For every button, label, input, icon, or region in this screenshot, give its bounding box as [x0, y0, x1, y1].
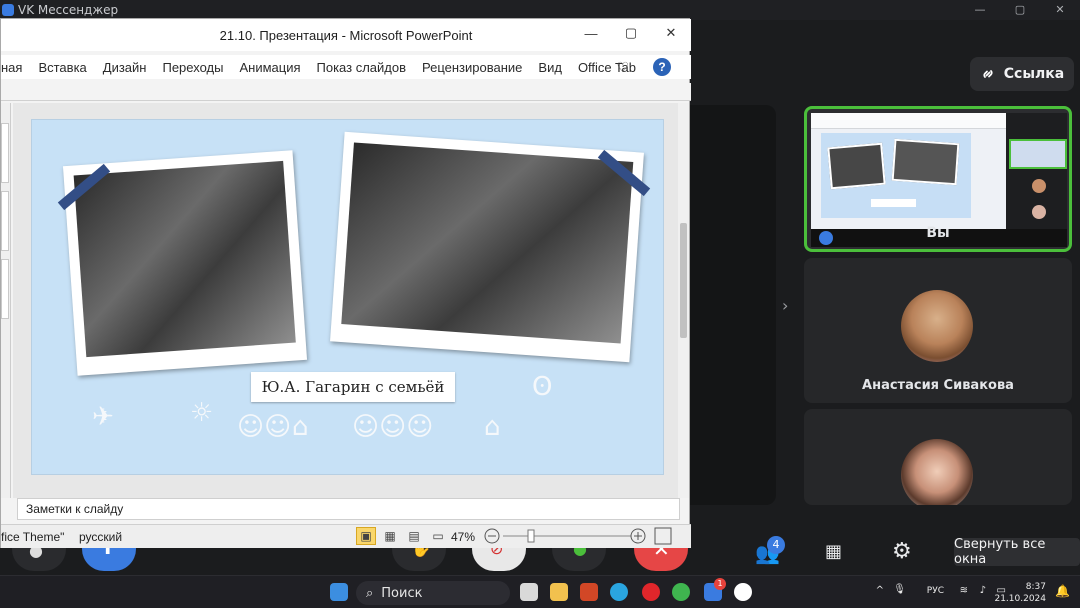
- participant-name-self: Вы: [926, 225, 950, 241]
- heart-icon[interactable]: ♡: [616, 59, 629, 76]
- reading-view-icon[interactable]: ▤: [404, 527, 424, 545]
- zoom-level[interactable]: 47%: [451, 530, 475, 544]
- zoom-slider[interactable]: [483, 527, 673, 545]
- show-desktop-tooltip: Свернуть все окна: [954, 537, 1080, 567]
- tab-home[interactable]: ная: [1, 60, 22, 75]
- house-icon: ⌂: [292, 412, 309, 442]
- search-label: Поиск: [381, 585, 423, 601]
- participant-name: Анастасия Сивакова: [862, 378, 1014, 393]
- volume-icon[interactable]: ♪: [980, 585, 986, 596]
- close-icon[interactable]: ✕: [651, 19, 691, 47]
- search-icon: ⌕: [366, 585, 374, 601]
- slideshow-view-icon[interactable]: ▭: [428, 527, 448, 545]
- powerpoint-icon[interactable]: [580, 583, 598, 601]
- chevron-up-icon[interactable]: ^: [876, 585, 884, 596]
- task-view-icon[interactable]: [520, 583, 538, 601]
- normal-view-icon[interactable]: ▣: [356, 527, 376, 545]
- tab-review[interactable]: Рецензирование: [422, 60, 522, 75]
- status-theme: fice Theme": [1, 530, 65, 544]
- pane-header: [1, 83, 691, 101]
- notes-field[interactable]: Заметки к слайду: [17, 498, 680, 520]
- chevron-right-icon[interactable]: ›: [782, 296, 788, 315]
- file-explorer-icon[interactable]: [550, 583, 568, 601]
- tab-transitions[interactable]: Переходы: [162, 60, 223, 75]
- tab-slideshow[interactable]: Показ слайдов: [317, 60, 407, 75]
- app-icon[interactable]: [672, 583, 690, 601]
- photo-right: [330, 131, 644, 363]
- start-icon[interactable]: [330, 583, 348, 601]
- minimize-icon[interactable]: —: [960, 0, 1000, 20]
- settings-gear-icon[interactable]: ⚙: [892, 539, 912, 564]
- participants-count-badge: 4: [767, 536, 785, 554]
- vk-logo-icon: [2, 4, 14, 16]
- grid-view-icon[interactable]: ▦: [825, 541, 842, 562]
- windows-taskbar: ⌕ Поиск 1 ^ 🎙 РУС ≋ ♪ ▭ 8:37 21.10.2024 …: [0, 575, 1080, 608]
- notification-badge: 1: [714, 578, 726, 590]
- vk-window-controls: — ▢ ✕: [960, 0, 1080, 20]
- shared-screen-panel: [690, 105, 776, 505]
- sun-icon: ☼: [190, 398, 214, 428]
- vk-app-title: VK Мессенджер: [18, 3, 119, 17]
- spiral-icon: ʘ: [532, 372, 553, 402]
- opera-icon[interactable]: [642, 583, 660, 601]
- wifi-icon[interactable]: ≋: [960, 585, 968, 596]
- close-icon[interactable]: ✕: [1040, 0, 1080, 20]
- slide-canvas[interactable]: Ю.А. Гагарин с семьёй ✈ ☼ ☺☺ ⌂ ☺☺☺ ⌂ ʘ: [32, 120, 663, 474]
- avatar: [901, 290, 973, 362]
- clock[interactable]: 8:37 21.10.2024: [994, 581, 1046, 605]
- participant-tile-3[interactable]: [804, 409, 1072, 505]
- participant-tile-anastasia[interactable]: Анастасия Сивакова: [804, 258, 1072, 403]
- taskbar-search[interactable]: ⌕ Поиск: [356, 581, 510, 605]
- yandex-browser-icon[interactable]: [734, 583, 752, 601]
- vertical-scrollbar[interactable]: [678, 103, 689, 498]
- clock-time: 8:37: [1025, 582, 1046, 592]
- input-language[interactable]: РУС: [927, 586, 944, 596]
- people-doodle-icon: ☺☺☺: [352, 412, 434, 442]
- minimize-icon[interactable]: —: [571, 19, 611, 47]
- participant-tile-self[interactable]: Вы: [804, 106, 1072, 252]
- people-doodle-icon: ☺☺: [237, 412, 292, 442]
- ppt-window-title: 21.10. Презентация - Microsoft PowerPoin…: [219, 27, 473, 43]
- ppt-title-bar: 21.10. Презентация - Microsoft PowerPoin…: [1, 19, 691, 51]
- vk-title-bar: VK Мессенджер — ▢ ✕: [0, 0, 1080, 20]
- slide-thumbnail[interactable]: [1, 123, 9, 183]
- copy-link-label: Ссылка: [1003, 66, 1065, 82]
- status-language[interactable]: русский: [79, 530, 122, 544]
- edge-icon[interactable]: [610, 583, 628, 601]
- maximize-icon[interactable]: ▢: [1000, 0, 1040, 20]
- tab-design[interactable]: Дизайн: [103, 60, 147, 75]
- slide-thumbnail[interactable]: [1, 191, 9, 251]
- slide-thumbnail[interactable]: [1, 259, 9, 319]
- copy-link-button[interactable]: Ссылка: [970, 57, 1074, 91]
- slide-caption: Ю.А. Гагарин с семьёй: [251, 372, 455, 402]
- tab-animation[interactable]: Анимация: [239, 60, 300, 75]
- paper-plane-icon: ✈: [92, 402, 114, 432]
- notifications-bell-icon[interactable]: 🔔: [1055, 584, 1070, 598]
- ribbon-tabs: ная Вставка Дизайн Переходы Анимация Пок…: [1, 55, 691, 79]
- clock-date: 21.10.2024: [994, 594, 1046, 604]
- avatar: [901, 439, 973, 505]
- status-bar: fice Theme" русский ▣ ▦ ▤ ▭ 47%: [1, 524, 691, 548]
- slide-thumbnails-pane[interactable]: [1, 103, 11, 498]
- view-buttons: ▣ ▦ ▤ ▭: [356, 527, 448, 545]
- help-icon[interactable]: ?: [653, 58, 671, 76]
- maximize-icon[interactable]: ▢: [611, 19, 651, 47]
- house-icon: ⌂: [484, 412, 501, 442]
- ppt-window-controls: — ▢ ✕: [571, 19, 691, 47]
- link-icon: [983, 70, 993, 78]
- tab-insert[interactable]: Вставка: [38, 60, 86, 75]
- photo-left: [62, 150, 308, 376]
- tab-view[interactable]: Вид: [538, 60, 562, 75]
- sorter-view-icon[interactable]: ▦: [380, 527, 400, 545]
- microphone-tray-icon[interactable]: 🎙: [893, 584, 906, 595]
